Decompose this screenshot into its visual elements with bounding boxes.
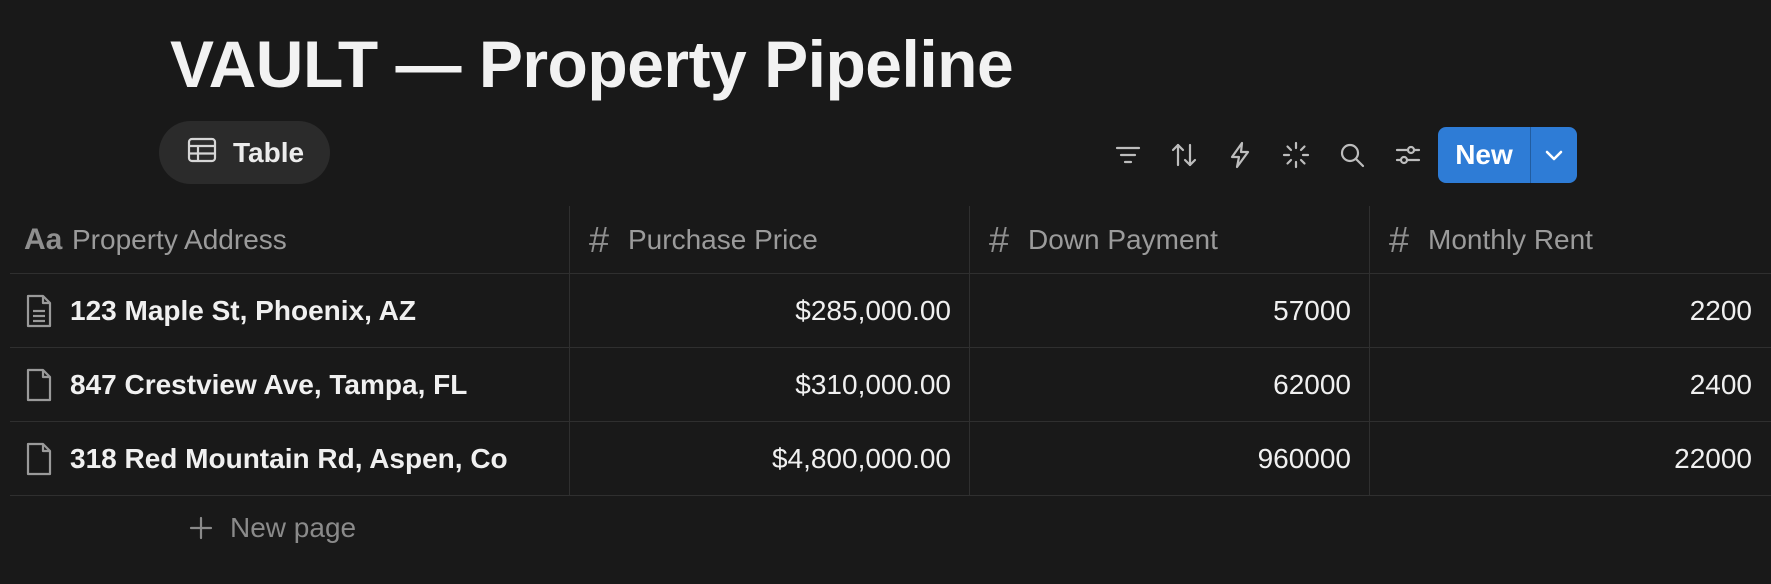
property-address-text: 318 Red Mountain Rd, Aspen, Co [70, 442, 508, 474]
cell-property-address[interactable]: 318 Red Mountain Rd, Aspen, Co [10, 422, 570, 495]
settings-sliders-icon [1395, 145, 1421, 165]
cell-down-payment[interactable]: 62000 [970, 348, 1370, 421]
document-with-text-icon [26, 294, 52, 327]
view-tab-table[interactable]: Table [159, 121, 330, 184]
column-header-property-address[interactable]: Aa Property Address [10, 206, 570, 273]
cell-monthly-rent[interactable]: 2200 [1370, 274, 1770, 347]
new-button-group: New [1438, 127, 1577, 183]
automation-button[interactable] [1212, 127, 1268, 183]
view-tab-label: Table [233, 136, 305, 168]
new-button[interactable]: New [1438, 127, 1530, 183]
cell-purchase-price[interactable]: $285,000.00 [570, 274, 970, 347]
property-address-text: 123 Maple St, Phoenix, AZ [70, 294, 416, 326]
document-icon [26, 442, 52, 475]
cell-monthly-rent[interactable]: 22000 [1370, 422, 1770, 495]
new-page-label: New page [230, 512, 357, 543]
column-label: Down Payment [1028, 223, 1218, 255]
automation-bolt-icon [1230, 141, 1250, 169]
document-icon [26, 368, 52, 401]
new-page-button[interactable]: New page [188, 512, 356, 544]
table-row[interactable]: 318 Red Mountain Rd, Aspen, Co $4,800,00… [10, 422, 1771, 496]
filter-button[interactable] [1100, 127, 1156, 183]
column-label: Property Address [72, 223, 287, 255]
search-icon [1340, 143, 1365, 168]
number-property-icon: # [588, 218, 610, 260]
column-label: Monthly Rent [1428, 223, 1593, 255]
ai-autofill-button[interactable] [1268, 127, 1324, 183]
cell-property-address[interactable]: 123 Maple St, Phoenix, AZ [10, 274, 570, 347]
database-toolbar [1100, 127, 1436, 183]
column-label: Purchase Price [628, 223, 818, 255]
sort-button[interactable] [1156, 127, 1212, 183]
view-settings-button[interactable] [1380, 127, 1436, 183]
filter-icon [1115, 146, 1141, 164]
ai-sparkle-icon [1282, 141, 1310, 169]
new-options-button[interactable] [1531, 127, 1577, 183]
cell-purchase-price[interactable]: $4,800,000.00 [570, 422, 970, 495]
page-title[interactable]: VAULT — Property Pipeline [170, 26, 1014, 102]
cell-down-payment[interactable]: 57000 [970, 274, 1370, 347]
table-icon [187, 137, 217, 168]
number-property-icon: # [1388, 218, 1410, 260]
column-header-down-payment[interactable]: # Down Payment [970, 206, 1370, 273]
table-row[interactable]: 847 Crestview Ave, Tampa, FL $310,000.00… [10, 348, 1771, 422]
sort-icon [1171, 143, 1197, 167]
cell-monthly-rent[interactable]: 2400 [1370, 348, 1770, 421]
property-address-text: 847 Crestview Ave, Tampa, FL [70, 368, 468, 400]
number-property-icon: # [988, 218, 1010, 260]
search-button[interactable] [1324, 127, 1380, 183]
table-header: Aa Property Address # Purchase Price # D… [10, 206, 1771, 274]
column-header-monthly-rent[interactable]: # Monthly Rent [1370, 206, 1770, 273]
cell-property-address[interactable]: 847 Crestview Ave, Tampa, FL [10, 348, 570, 421]
property-table: Aa Property Address # Purchase Price # D… [10, 206, 1771, 496]
column-header-purchase-price[interactable]: # Purchase Price [570, 206, 970, 273]
text-property-icon: Aa [24, 222, 63, 256]
plus-icon [189, 516, 213, 540]
cell-down-payment[interactable]: 960000 [970, 422, 1370, 495]
table-row[interactable]: 123 Maple St, Phoenix, AZ $285,000.00 57… [10, 274, 1771, 348]
chevron-down-icon [1545, 150, 1563, 161]
cell-purchase-price[interactable]: $310,000.00 [570, 348, 970, 421]
